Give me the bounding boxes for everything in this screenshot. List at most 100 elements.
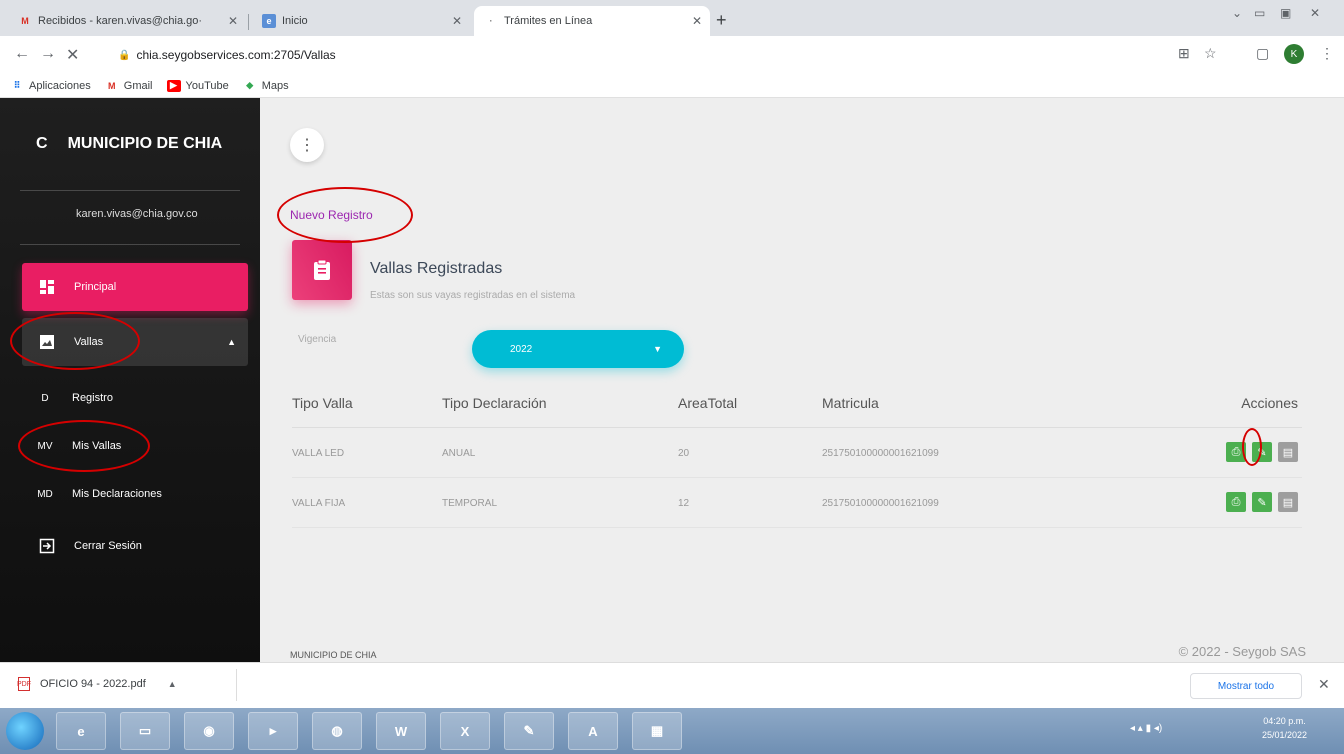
document-icon: ▤	[1282, 446, 1294, 459]
clock[interactable]: 04:20 p.m. 25/01/2022	[1262, 714, 1307, 742]
close-icon[interactable]: ✕	[692, 14, 702, 28]
download-bar: PDF OFICIO 94 - 2022.pdf ▲ Mostrar todo …	[0, 662, 1344, 708]
image-icon	[36, 334, 58, 350]
app-icon[interactable]: ▸	[248, 712, 298, 750]
apps-grid-icon: ⠿	[13, 80, 21, 90]
sidebar-item-label: Mis Vallas	[72, 440, 122, 452]
stop-icon[interactable]: ✕	[66, 45, 79, 65]
sidebar-item-registro[interactable]: D Registro	[22, 374, 248, 422]
firefox-icon[interactable]: ◍	[312, 712, 362, 750]
vigencia-value: 2022	[510, 343, 533, 355]
header-area-total[interactable]: AreaTotal	[678, 378, 737, 428]
sidebar-item-label: Vallas	[74, 336, 104, 348]
sidebar-item-label: Cerrar Sesión	[74, 540, 142, 552]
header-acciones: Acciones	[1241, 395, 1298, 411]
edit-button[interactable]: ✎	[1252, 442, 1272, 462]
cell-tipo-valla: VALLA FIJA	[292, 497, 346, 509]
chevron-up-icon[interactable]: ▲	[168, 679, 177, 689]
window-close-icon[interactable]: ✕	[1310, 6, 1320, 20]
dashboard-icon	[36, 279, 58, 295]
forward-icon[interactable]: →	[40, 45, 56, 63]
table-row: VALLA LED ANUAL 20 251750100000001621099…	[292, 428, 1302, 478]
nuevo-registro-link[interactable]: Nuevo Registro	[290, 208, 373, 222]
start-button[interactable]	[6, 712, 44, 750]
pencil-icon: ✎	[1257, 496, 1267, 509]
close-icon[interactable]: ✕	[228, 14, 238, 28]
tab-search-icon[interactable]: ⌄	[1232, 6, 1242, 20]
tab-label: Trámites en Línea	[504, 15, 593, 27]
brand-short: C	[36, 135, 48, 152]
bookmark-maps[interactable]: ◆ Maps	[243, 79, 289, 92]
profile-avatar[interactable]: K	[1284, 44, 1304, 64]
vigencia-select[interactable]: 2022 ▼	[472, 330, 684, 368]
new-tab-button[interactable]: +	[716, 10, 727, 31]
sidebar-item-abbr: MV	[37, 440, 53, 452]
header-matricula[interactable]: Matricula	[822, 378, 879, 428]
tool-icon[interactable]: ✎	[504, 712, 554, 750]
sidebar-item-label: Mis Declaraciones	[72, 488, 162, 500]
bookmark-star-icon[interactable]: ☆	[1204, 45, 1217, 62]
sidebar-brand[interactable]: C MUNICIPIO DE CHIA	[0, 98, 260, 190]
print-button[interactable]: ⎙	[1226, 492, 1246, 512]
minimize-icon[interactable]: ▭	[1254, 6, 1265, 20]
page-icon: e	[262, 14, 276, 28]
gmail-icon: M	[108, 80, 116, 91]
app-icon[interactable]: ▦	[632, 712, 682, 750]
header-tipo-declaracion[interactable]: Tipo Declaración	[442, 378, 547, 428]
tab-separator	[248, 14, 249, 30]
edit-button[interactable]: ✎	[1252, 492, 1272, 512]
sidebar-item-mis-declaraciones[interactable]: MD Mis Declaraciones	[22, 470, 248, 518]
word-icon[interactable]: W	[376, 712, 426, 750]
chrome-icon[interactable]: ◉	[184, 712, 234, 750]
sidebar-item-label: Registro	[72, 392, 113, 404]
back-icon[interactable]: ←	[14, 45, 30, 63]
address-bar[interactable]: 🔒 chia.seygobservices.com:2705/Vallas	[110, 41, 1150, 69]
close-icon[interactable]: ✕	[1318, 676, 1330, 693]
tab-tramites[interactable]: · Trámites en Línea ✕	[474, 6, 710, 36]
restore-icon[interactable]: ▣	[1280, 6, 1291, 20]
document-button[interactable]: ▤	[1278, 442, 1298, 462]
table-header: Tipo Valla Tipo Declaración AreaTotal Ma…	[292, 378, 1302, 428]
show-all-downloads-button[interactable]: Mostrar todo	[1190, 673, 1302, 699]
browser-toolbar: ← → ✕ 🔒 chia.seygobservices.com:2705/Val…	[0, 36, 1344, 74]
card-subtitle: Estas son sus vayas registradas en el si…	[370, 290, 576, 301]
tab-inicio[interactable]: e Inicio ✕	[252, 6, 470, 36]
acrobat-icon[interactable]: A	[568, 712, 618, 750]
bookmark-apps[interactable]: ⠿ Aplicaciones	[10, 80, 91, 92]
header-tipo-valla[interactable]: Tipo Valla	[292, 378, 353, 428]
sidebar-item-mis-vallas[interactable]: MV Mis Vallas	[22, 422, 248, 470]
excel-icon[interactable]: X	[440, 712, 490, 750]
user-email[interactable]: karen.vivas@chia.gov.co	[76, 208, 198, 220]
sidebar-item-abbr: MD	[37, 488, 53, 500]
sidebar-toggle-button[interactable]: ⋮	[290, 128, 324, 162]
print-icon: ⎙	[1231, 445, 1241, 458]
explorer-icon[interactable]: ▭	[120, 712, 170, 750]
translate-icon[interactable]: ⊞	[1178, 45, 1190, 62]
clock-time: 04:20 p.m.	[1263, 716, 1306, 726]
close-icon[interactable]: ✕	[452, 14, 462, 28]
bookmark-gmail[interactable]: M Gmail	[105, 80, 152, 92]
url-text: chia.seygobservices.com:2705/Vallas	[136, 48, 336, 62]
bookmarks-bar: ⠿ Aplicaciones M Gmail ▶ YouTube ◆ Maps	[0, 74, 1344, 98]
sidepanel-icon[interactable]: ▢	[1256, 45, 1269, 62]
footer-copyright: © 2022 - Seygob SAS	[1178, 644, 1306, 659]
document-icon: ▤	[1282, 496, 1294, 509]
cell-area-total: 20	[678, 447, 690, 459]
document-button[interactable]: ▤	[1278, 492, 1298, 512]
taskbar: e ▭ ◉ ▸ ◍ W X ✎ A ▦ ◂ ▴ ▮ ◂) 04:20 p.m. …	[0, 708, 1344, 754]
download-item[interactable]: PDF OFICIO 94 - 2022.pdf ▲	[17, 677, 177, 691]
divider	[20, 244, 240, 245]
menu-icon[interactable]: ⋮	[1320, 45, 1334, 62]
sidebar-item-vallas[interactable]: Vallas ▲	[22, 318, 248, 366]
ie-icon[interactable]: e	[56, 712, 106, 750]
loading-icon: ·	[489, 16, 493, 26]
sidebar-item-principal[interactable]: Principal	[22, 263, 248, 311]
tab-gmail[interactable]: M Recibidos - karen.vivas@chia.go· ✕	[8, 6, 246, 36]
tab-label: Recibidos - karen.vivas@chia.go·	[38, 15, 203, 27]
bookmark-youtube[interactable]: ▶ YouTube	[166, 79, 229, 92]
tray-icons[interactable]: ◂ ▴ ▮ ◂)	[1130, 723, 1162, 734]
footer-brand[interactable]: MUNICIPIO DE CHIA	[290, 650, 377, 660]
sidebar-item-cerrar-sesion[interactable]: Cerrar Sesión	[22, 522, 248, 570]
print-button[interactable]: ⎙	[1226, 442, 1246, 462]
bookmark-label: Maps	[261, 79, 289, 92]
